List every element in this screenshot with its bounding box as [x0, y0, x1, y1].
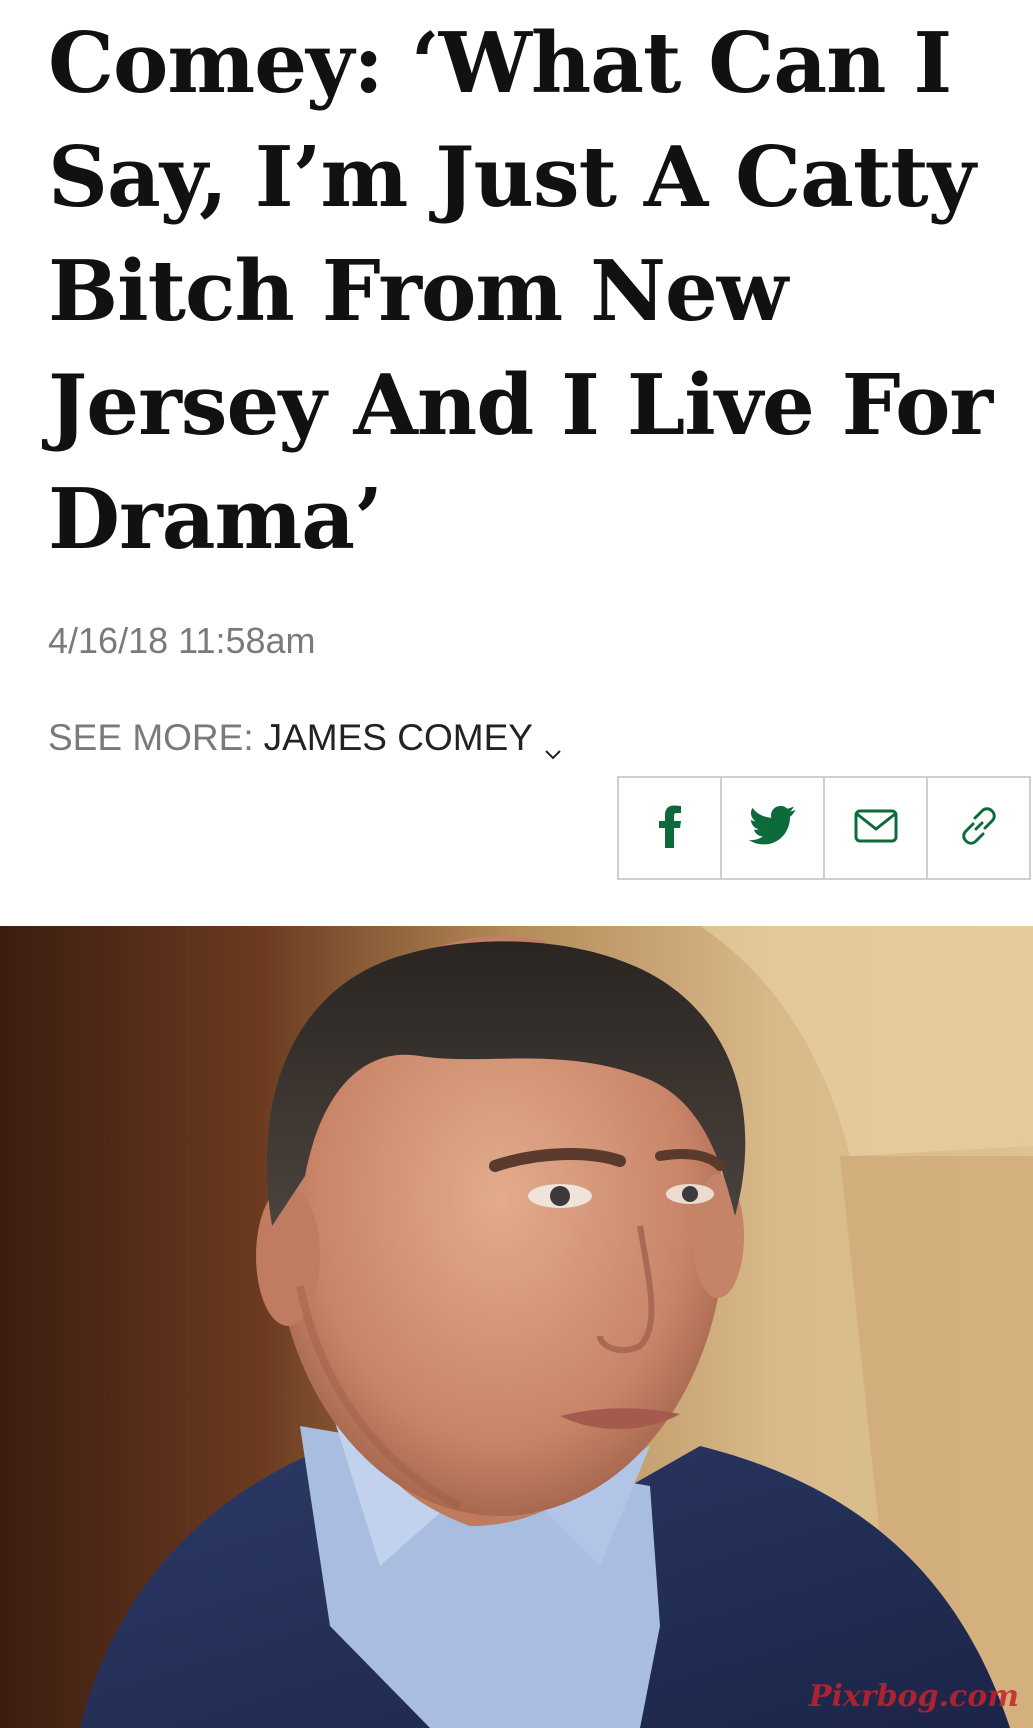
hero-image: Pixrbog.com — [0, 926, 1033, 1728]
tag-link-james-comey[interactable]: JAMES COMEY — [264, 717, 533, 759]
chevron-down-icon[interactable] — [545, 730, 561, 760]
see-more-label: SEE MORE: — [48, 717, 254, 758]
watermark: Pixrbog.com — [808, 1679, 1019, 1714]
headline: Comey: ‘What Can I Say, I’m Just A Catty… — [48, 14, 993, 568]
share-facebook-button[interactable] — [619, 778, 722, 878]
copy-link-button[interactable] — [928, 778, 1029, 878]
portrait-photo — [0, 926, 1033, 1728]
link-icon — [957, 804, 1001, 853]
share-email-button[interactable] — [825, 778, 928, 878]
see-more-row: SEE MORE: JAMES COMEY — [48, 717, 561, 760]
share-bar — [617, 776, 1031, 880]
email-icon — [854, 809, 898, 848]
timestamp: 4/16/18 11:58am — [48, 620, 316, 661]
share-twitter-button[interactable] — [722, 778, 825, 878]
twitter-icon — [748, 805, 797, 851]
facebook-icon — [657, 804, 683, 853]
